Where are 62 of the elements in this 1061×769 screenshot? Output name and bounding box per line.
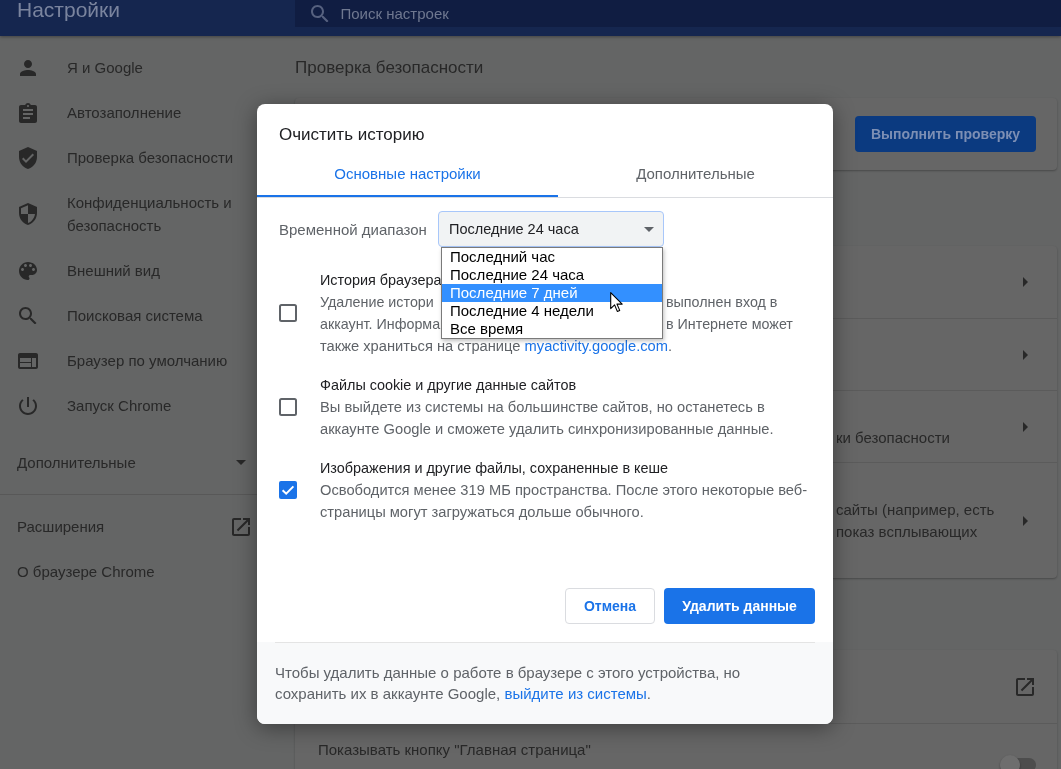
dropdown-option[interactable]: Все время — [442, 320, 662, 338]
app-title: Настройки — [16, 0, 121, 20]
checkbox[interactable] — [279, 304, 297, 322]
option-title: История браузера — [320, 271, 442, 290]
clipboard-icon — [19, 102, 37, 123]
dropdown-option[interactable]: Последние 7 дней — [442, 284, 662, 302]
toggle-switch[interactable] — [1000, 755, 1036, 769]
description-text: Удаление истори — [320, 293, 434, 312]
search-icon — [311, 4, 329, 23]
search-field[interactable]: Поиск настроек — [295, 0, 1061, 27]
sign-out-link[interactable]: выйдите из системы — [504, 685, 647, 702]
time-range-select[interactable]: Последние 24 часа — [438, 211, 664, 247]
setting-description: ки безопасности — [836, 428, 950, 448]
description-text: также храниться на странице myactivity.google.com. — [320, 337, 673, 356]
setting-label: Показывать кнопку "Главная страница" — [318, 740, 591, 760]
sidebar-item[interactable]: Автозаполнение — [0, 90, 280, 135]
activity-link[interactable]: myactivity.google.com — [524, 338, 668, 354]
tab[interactable]: Основные настройки — [257, 151, 558, 197]
sidebar-item[interactable]: Я и Google — [0, 45, 280, 90]
dropdown-option[interactable]: Последние 4 недели — [442, 302, 662, 320]
checkbox[interactable] — [279, 398, 297, 416]
field-label: Временной диапазон — [279, 220, 427, 238]
search-icon — [19, 306, 37, 325]
power-icon — [19, 396, 37, 415]
advanced-section-toggle[interactable]: Дополнительные — [0, 440, 280, 484]
caret-down-icon — [644, 226, 654, 232]
description-text: выполнен вход в — [666, 293, 778, 312]
sidebar-link[interactable]: Расширения — [0, 504, 280, 549]
checkbox[interactable] — [279, 481, 297, 499]
sidebar-item[interactable]: Внешний вид — [0, 248, 280, 293]
option-description: Освободится менее 319 МБ пространства. После этого некоторые веб-страницы могут загружаться дольше обычного. — [320, 481, 809, 522]
arrow-right-icon — [1022, 349, 1028, 360]
sidebar-item[interactable]: Запуск Chrome — [0, 383, 280, 428]
setting-description: сайты (например, есть — [836, 500, 995, 520]
run-check-button[interactable]: Выполнить проверку — [855, 116, 1036, 152]
section-heading: Проверка безопасности — [295, 57, 484, 79]
cancel-button[interactable]: Отмена — [565, 588, 655, 624]
person-icon — [20, 59, 36, 76]
sidebar-item[interactable]: Браузер по умолчанию — [0, 338, 280, 383]
option-title: Изображения и другие файлы, сохраненные в кеше — [320, 459, 669, 478]
external-link-icon — [1016, 677, 1034, 696]
shield-icon — [19, 203, 37, 225]
dropdown-option[interactable]: Последний час — [442, 248, 662, 266]
arrow-right-icon — [1022, 515, 1028, 526]
palette-icon — [19, 261, 37, 280]
setting-description: показ всплывающих — [836, 522, 978, 542]
browser-window-icon — [18, 352, 38, 369]
mouse-pointer-icon — [610, 292, 623, 313]
option-title: Файлы cookie и другие данные сайтов — [320, 376, 577, 395]
description-text: аккаунт. Информа — [320, 315, 441, 334]
dialog-title: Очистить историю — [278, 124, 426, 146]
footer-note: Чтобы удалить данные о работе в браузере с этого устройства, но сохранить их в аккаунте Google, выйдите из системы. — [275, 642, 815, 724]
sidebar-item[interactable]: Поисковая система — [0, 293, 280, 338]
description-text: в Интернете может — [666, 315, 793, 334]
shield-check-icon — [19, 146, 37, 169]
delete-data-button[interactable]: Удалить данные — [664, 588, 815, 624]
arrow-right-icon — [1022, 277, 1028, 287]
arrow-right-icon — [1022, 421, 1028, 432]
option-description: Вы выйдете из системы на большинстве сайтов, но останетесь в аккаунте Google и сможете удалить синхронизированные данные. — [320, 398, 775, 439]
dropdown-option[interactable]: Последние 24 часа — [442, 266, 662, 284]
external-link-icon — [232, 517, 250, 536]
tab[interactable]: Дополнительные — [558, 151, 833, 197]
